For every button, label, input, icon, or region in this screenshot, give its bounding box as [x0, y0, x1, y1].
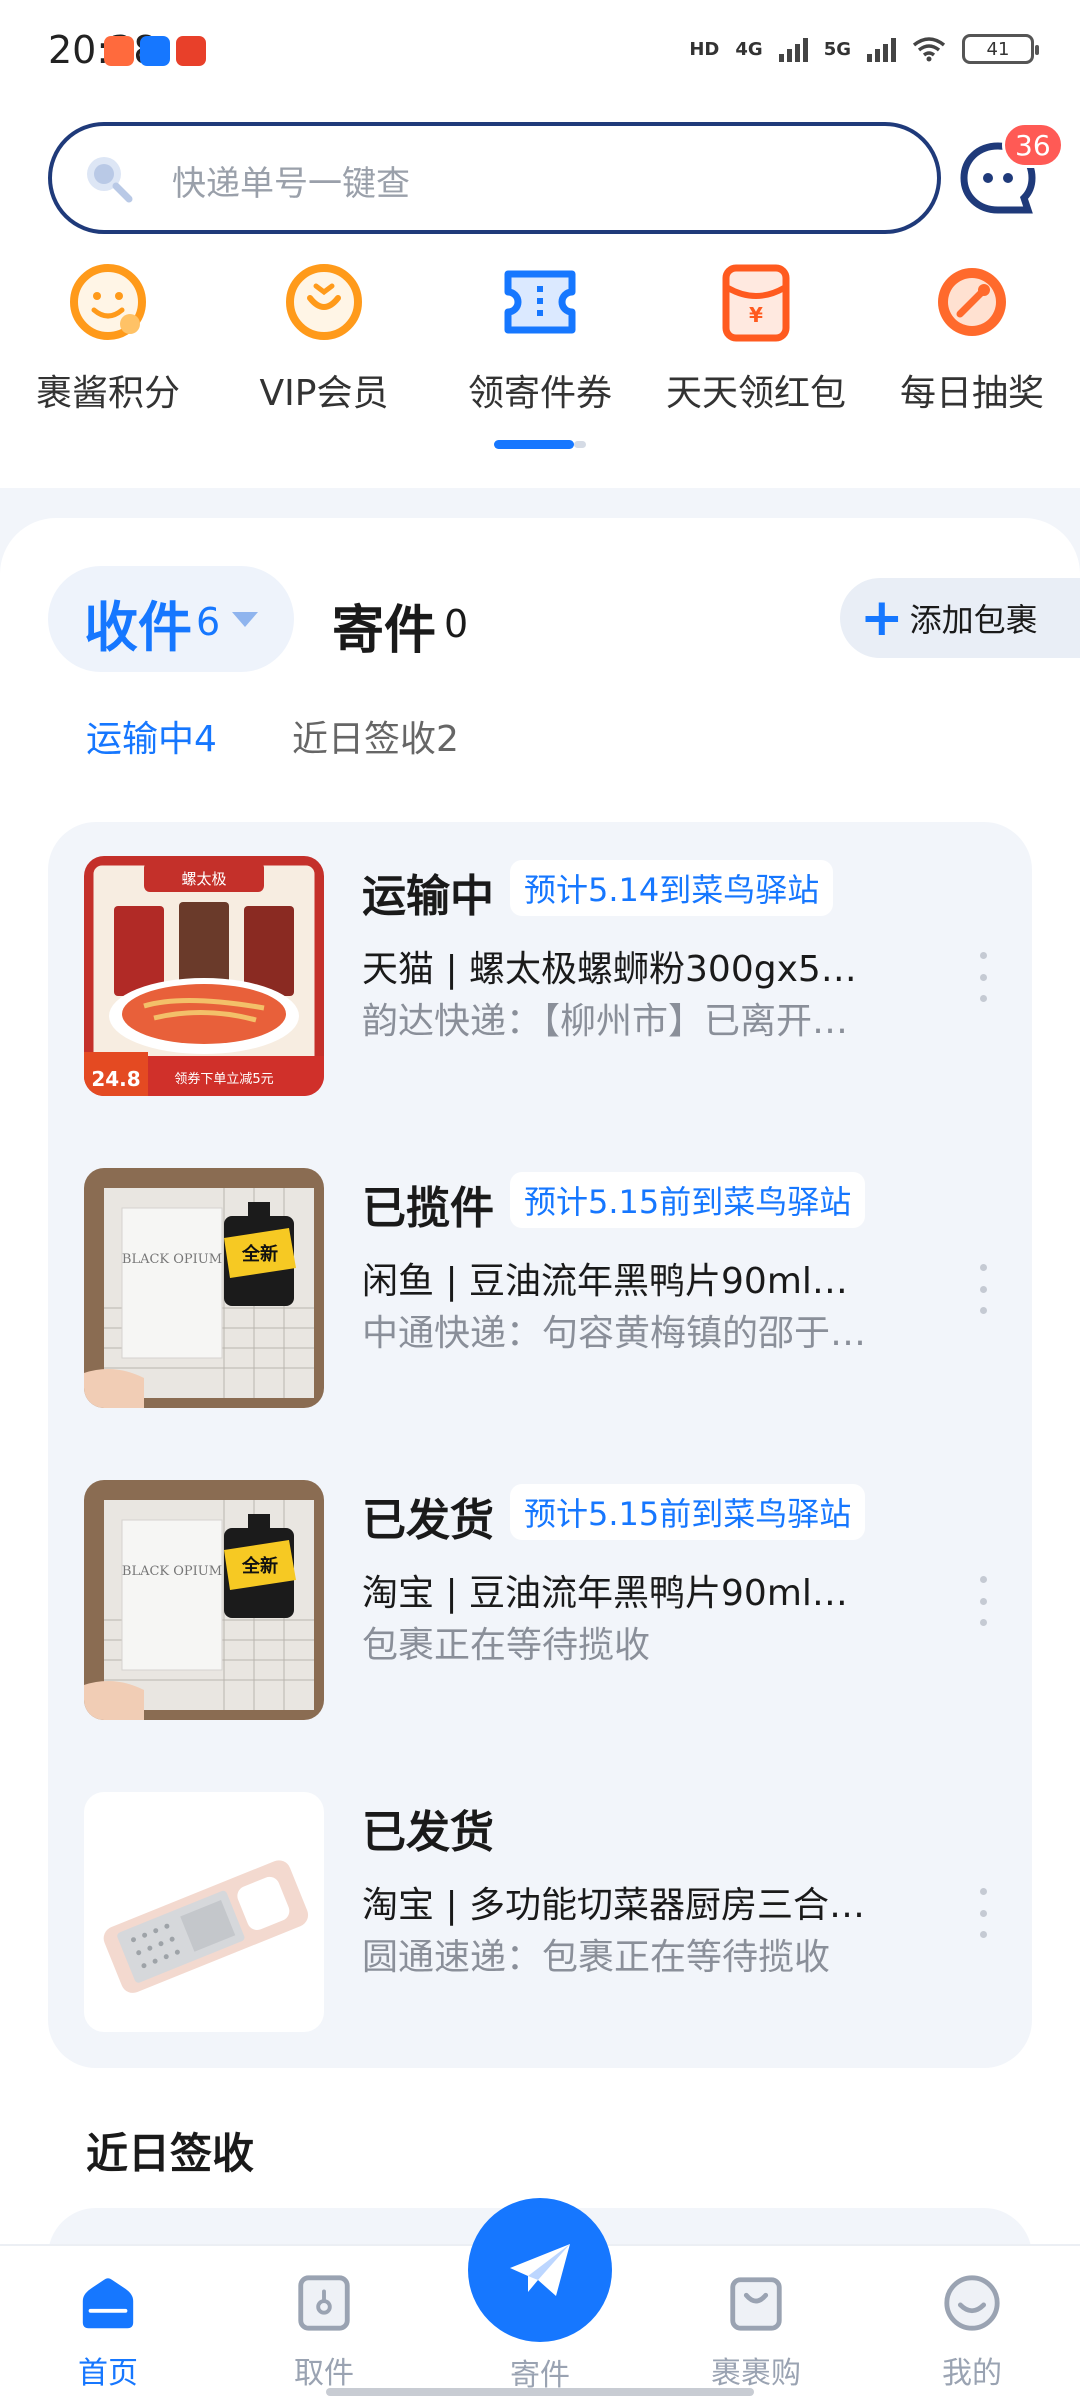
shortcut-points[interactable]: 裹酱积分 — [0, 260, 216, 430]
nav-home[interactable]: 首页 — [0, 2272, 216, 2392]
package-description: 圆通速递：包裹正在等待揽收 — [362, 1937, 831, 1978]
red-envelope-icon: ¥ — [722, 264, 790, 342]
message-badge: 36 — [1002, 122, 1064, 168]
lottery-wheel-icon — [938, 268, 1006, 336]
shortcut-label: 裹酱积分 — [35, 373, 180, 414]
thumb-price: 24.8 — [91, 1067, 140, 1091]
shortcut-red-envelope[interactable]: ¥ 天天领红包 — [648, 260, 864, 430]
shortcut-lottery[interactable]: 每日抽奖 — [864, 260, 1080, 430]
signal-icon — [778, 36, 808, 62]
signal-icon-2 — [867, 36, 896, 62]
tab-receive-count: 6 — [196, 600, 221, 644]
shortcut-label: 天天领红包 — [665, 373, 846, 414]
package-title: 天猫 | 螺太极螺蛳粉300gx5… — [362, 949, 857, 990]
thumb-brand: BLACK OPIUM — [122, 1564, 222, 1579]
add-package-label: 添加包裹 — [909, 601, 1038, 639]
shortcut-label: 每日抽奖 — [899, 373, 1044, 414]
wifi-icon — [912, 37, 946, 62]
package-eta: 预计5.14到菜鸟驿站 — [510, 860, 834, 916]
more-options-icon[interactable] — [978, 1264, 988, 1314]
send-package-button[interactable] — [468, 2198, 612, 2342]
app-notification-icon — [104, 36, 134, 66]
coupon-icon — [504, 270, 576, 334]
app-notification-icon-2 — [176, 36, 206, 66]
package-item[interactable]: BLACK OPIUM 全新 已揽件 预计5.15前到菜鸟驿站 闲鱼 | 豆油流… — [48, 1134, 1032, 1434]
package-description: 包裹正在等待揽收 — [362, 1625, 651, 1666]
shortcut-vip[interactable]: VIP会员 — [216, 260, 432, 430]
home-icon — [82, 2278, 134, 2329]
package-status: 运输中 — [362, 871, 494, 922]
product-thumbnail: BLACK OPIUM 全新 — [84, 1168, 324, 1408]
product-thumbnail — [84, 1792, 324, 2032]
thumb-brand: 螺太极 — [181, 870, 226, 888]
nav-label: 我的 — [942, 2356, 1002, 2391]
tab-receive-label[interactable]: 收件 — [84, 583, 192, 662]
alipay-notification-icon — [140, 36, 170, 66]
package-status: 已发货 — [362, 1495, 494, 1546]
tab-recent-signed[interactable]: 近日签收2 — [292, 710, 459, 762]
tab-send[interactable]: 寄件 — [332, 588, 436, 663]
search-bar[interactable]: 快递单号一键查 — [48, 122, 941, 234]
plus-icon: + — [860, 588, 904, 648]
thumb-promo: 领券下单立减5元 — [174, 1071, 273, 1087]
shortcut-bar: 裹酱积分 VIP会员 领寄件券 ¥ 天天领红包 每日抽奖 — [0, 260, 1080, 450]
package-item[interactable]: 螺太极 24.8 领券下单立减5元 运输中 预计5.14到菜鸟驿站 天猫 | 螺… — [48, 822, 1032, 1122]
home-indicator — [326, 2388, 754, 2396]
thumb-sticker: 全新 — [241, 1555, 278, 1577]
network-5g-label: 5G — [823, 38, 851, 60]
package-status: 已发货 — [362, 1807, 494, 1858]
package-description: 中通快递：句容黄梅镇的邵于… — [362, 1313, 867, 1354]
tab-in-transit[interactable]: 运输中4 — [86, 710, 217, 762]
package-title: 淘宝 | 豆油流年黑鸭片90ml… — [362, 1573, 848, 1614]
hd-indicator: HD — [689, 38, 720, 60]
nav-shop[interactable]: 裹裹购 — [648, 2272, 864, 2392]
package-eta: 预计5.15前到菜鸟驿站 — [510, 1172, 866, 1228]
vip-heart-icon — [286, 264, 362, 340]
nav-profile[interactable]: 我的 — [864, 2272, 1080, 2392]
more-options-icon[interactable] — [978, 952, 988, 1002]
shopping-bag-icon — [730, 2277, 782, 2331]
pickup-box-icon — [298, 2275, 350, 2331]
thumb-sticker: 全新 — [241, 1243, 278, 1265]
package-description: 韵达快递：【柳州市】已离开… — [362, 1001, 849, 1042]
nav-label: 取件 — [294, 2356, 354, 2391]
chevron-down-icon[interactable] — [232, 612, 258, 627]
status-icons: HD 4G 5G 41 — [689, 34, 1039, 64]
status-bar: 20:38 HD 4G 5G 41 — [0, 0, 1080, 104]
nav-label: 首页 — [78, 2356, 138, 2391]
shortcut-page-indicator — [494, 440, 574, 449]
shortcut-page-indicator-track — [574, 441, 586, 448]
more-options-icon[interactable] — [978, 1576, 988, 1626]
package-item[interactable]: 已发货 淘宝 | 多功能切菜器厨房三合… 圆通速递：包裹正在等待揽收 — [48, 1758, 1032, 2058]
profile-smile-icon — [944, 2275, 1000, 2331]
thumb-brand: BLACK OPIUM — [122, 1252, 222, 1267]
product-thumbnail: 螺太极 24.8 领券下单立减5元 — [84, 856, 324, 1096]
shortcut-label: 领寄件券 — [467, 373, 612, 414]
svg-text:¥: ¥ — [749, 303, 763, 327]
nav-pickup[interactable]: 取件 — [216, 2272, 432, 2392]
battery-icon: 41 — [962, 34, 1039, 64]
add-package-button[interactable]: + 添加包裹 — [840, 578, 1080, 658]
tab-send-count: 0 — [444, 602, 469, 646]
more-options-icon[interactable] — [978, 1888, 988, 1938]
shortcut-label: VIP会员 — [259, 373, 389, 414]
package-title: 闲鱼 | 豆油流年黑鸭片90ml… — [362, 1261, 848, 1302]
package-title: 淘宝 | 多功能切菜器厨房三合… — [362, 1885, 866, 1926]
search-input[interactable]: 快递单号一键查 — [172, 156, 410, 205]
nav-label: 裹裹购 — [711, 2356, 801, 2391]
network-4g-label: 4G — [735, 38, 763, 60]
search-icon — [87, 157, 133, 203]
package-status: 已揽件 — [362, 1183, 494, 1234]
package-eta: 预计5.15前到菜鸟驿站 — [510, 1484, 866, 1540]
paper-plane-icon — [510, 2244, 570, 2296]
product-thumbnail: BLACK OPIUM 全新 — [84, 1480, 324, 1720]
package-list: 螺太极 24.8 领券下单立减5元 运输中 预计5.14到菜鸟驿站 天猫 | 螺… — [48, 822, 1032, 2068]
smiley-coin-icon — [70, 264, 146, 340]
recent-signed-heading: 近日签收 — [86, 2129, 255, 2178]
package-item[interactable]: BLACK OPIUM 全新 已发货 预计5.15前到菜鸟驿站 淘宝 | 豆油流… — [48, 1446, 1032, 1746]
shortcut-coupon[interactable]: 领寄件券 — [432, 260, 648, 430]
